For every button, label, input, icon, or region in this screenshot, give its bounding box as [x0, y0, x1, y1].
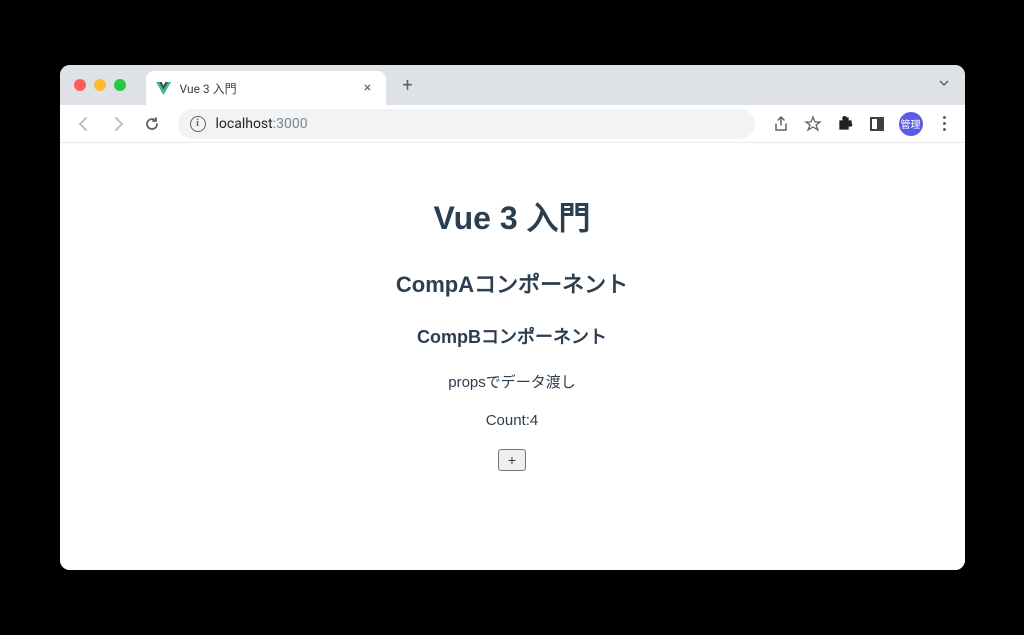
props-text: propsでデータ渡し	[448, 371, 576, 392]
browser-window: Vue 3 入門 × + i localhost:3000	[60, 65, 965, 570]
browser-toolbar: i localhost:3000 管理	[60, 105, 965, 143]
comp-b-heading: CompBコンポーネント	[417, 323, 607, 349]
extensions-icon[interactable]	[835, 114, 855, 134]
site-info-icon[interactable]: i	[190, 116, 206, 132]
window-maximize-button[interactable]	[114, 79, 126, 91]
tab-bar: Vue 3 入門 × +	[60, 65, 965, 105]
tab-close-button[interactable]: ×	[360, 80, 376, 96]
profile-avatar[interactable]: 管理	[899, 112, 923, 136]
reload-button[interactable]	[138, 110, 166, 138]
new-tab-button[interactable]: +	[394, 71, 422, 99]
page-heading: Vue 3 入門	[433, 193, 590, 239]
forward-button[interactable]	[104, 110, 132, 138]
vue-favicon-icon	[156, 80, 172, 96]
address-bar[interactable]: i localhost:3000	[178, 109, 755, 139]
window-controls	[74, 79, 126, 91]
chevron-down-icon[interactable]	[937, 76, 951, 94]
browser-tab[interactable]: Vue 3 入門 ×	[146, 71, 386, 105]
back-button[interactable]	[70, 110, 98, 138]
window-close-button[interactable]	[74, 79, 86, 91]
url-port: :3000	[273, 116, 308, 132]
url-text: localhost:3000	[216, 116, 308, 132]
count-display: Count:4	[486, 412, 539, 429]
window-minimize-button[interactable]	[94, 79, 106, 91]
comp-a-heading: CompAコンポーネント	[396, 267, 628, 299]
tab-title: Vue 3 入門	[180, 80, 352, 97]
bookmark-star-icon[interactable]	[803, 114, 823, 134]
page-content: Vue 3 入門 CompAコンポーネント CompBコンポーネント props…	[60, 143, 965, 570]
increment-button[interactable]: +	[498, 449, 526, 471]
sidepanel-icon[interactable]	[867, 114, 887, 134]
toolbar-right: 管理	[771, 112, 955, 136]
url-host: localhost	[216, 116, 273, 132]
avatar-label: 管理	[901, 116, 921, 131]
share-icon[interactable]	[771, 114, 791, 134]
menu-button[interactable]	[935, 114, 955, 134]
